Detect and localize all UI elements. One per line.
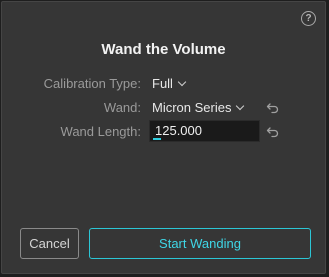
chevron-down-icon bbox=[177, 77, 187, 87]
dialog-title: Wand the Volume bbox=[101, 41, 226, 58]
wand-length-input[interactable]: 125.000 bbox=[149, 120, 260, 142]
help-icon[interactable]: ? bbox=[301, 11, 316, 26]
reset-wand-length-icon[interactable] bbox=[266, 125, 280, 139]
wand-label: Wand: bbox=[103, 100, 141, 115]
calibration-type-dropdown[interactable]: Full bbox=[152, 73, 187, 95]
wand-row: Wand: Micron Series bbox=[2, 97, 325, 119]
start-wanding-button[interactable]: Start Wanding bbox=[89, 228, 311, 259]
wand-length-row: Wand Length: 125.000 bbox=[2, 120, 325, 143]
wand-dialog: ? Wand the Volume Calibration Type: Full… bbox=[1, 1, 326, 274]
input-focus-caret bbox=[153, 138, 161, 140]
calibration-type-value: Full bbox=[152, 76, 173, 91]
calibration-type-row: Calibration Type: Full bbox=[2, 73, 325, 95]
wand-length-label: Wand Length: bbox=[60, 124, 141, 139]
wand-length-value: 125.000 bbox=[155, 123, 202, 138]
reset-wand-icon[interactable] bbox=[266, 101, 280, 115]
wand-value: Micron Series bbox=[152, 100, 232, 115]
calibration-type-label: Calibration Type: bbox=[43, 76, 141, 91]
cancel-button[interactable]: Cancel bbox=[20, 228, 79, 259]
wand-dropdown[interactable]: Micron Series bbox=[152, 97, 245, 119]
chevron-down-icon bbox=[236, 101, 245, 111]
